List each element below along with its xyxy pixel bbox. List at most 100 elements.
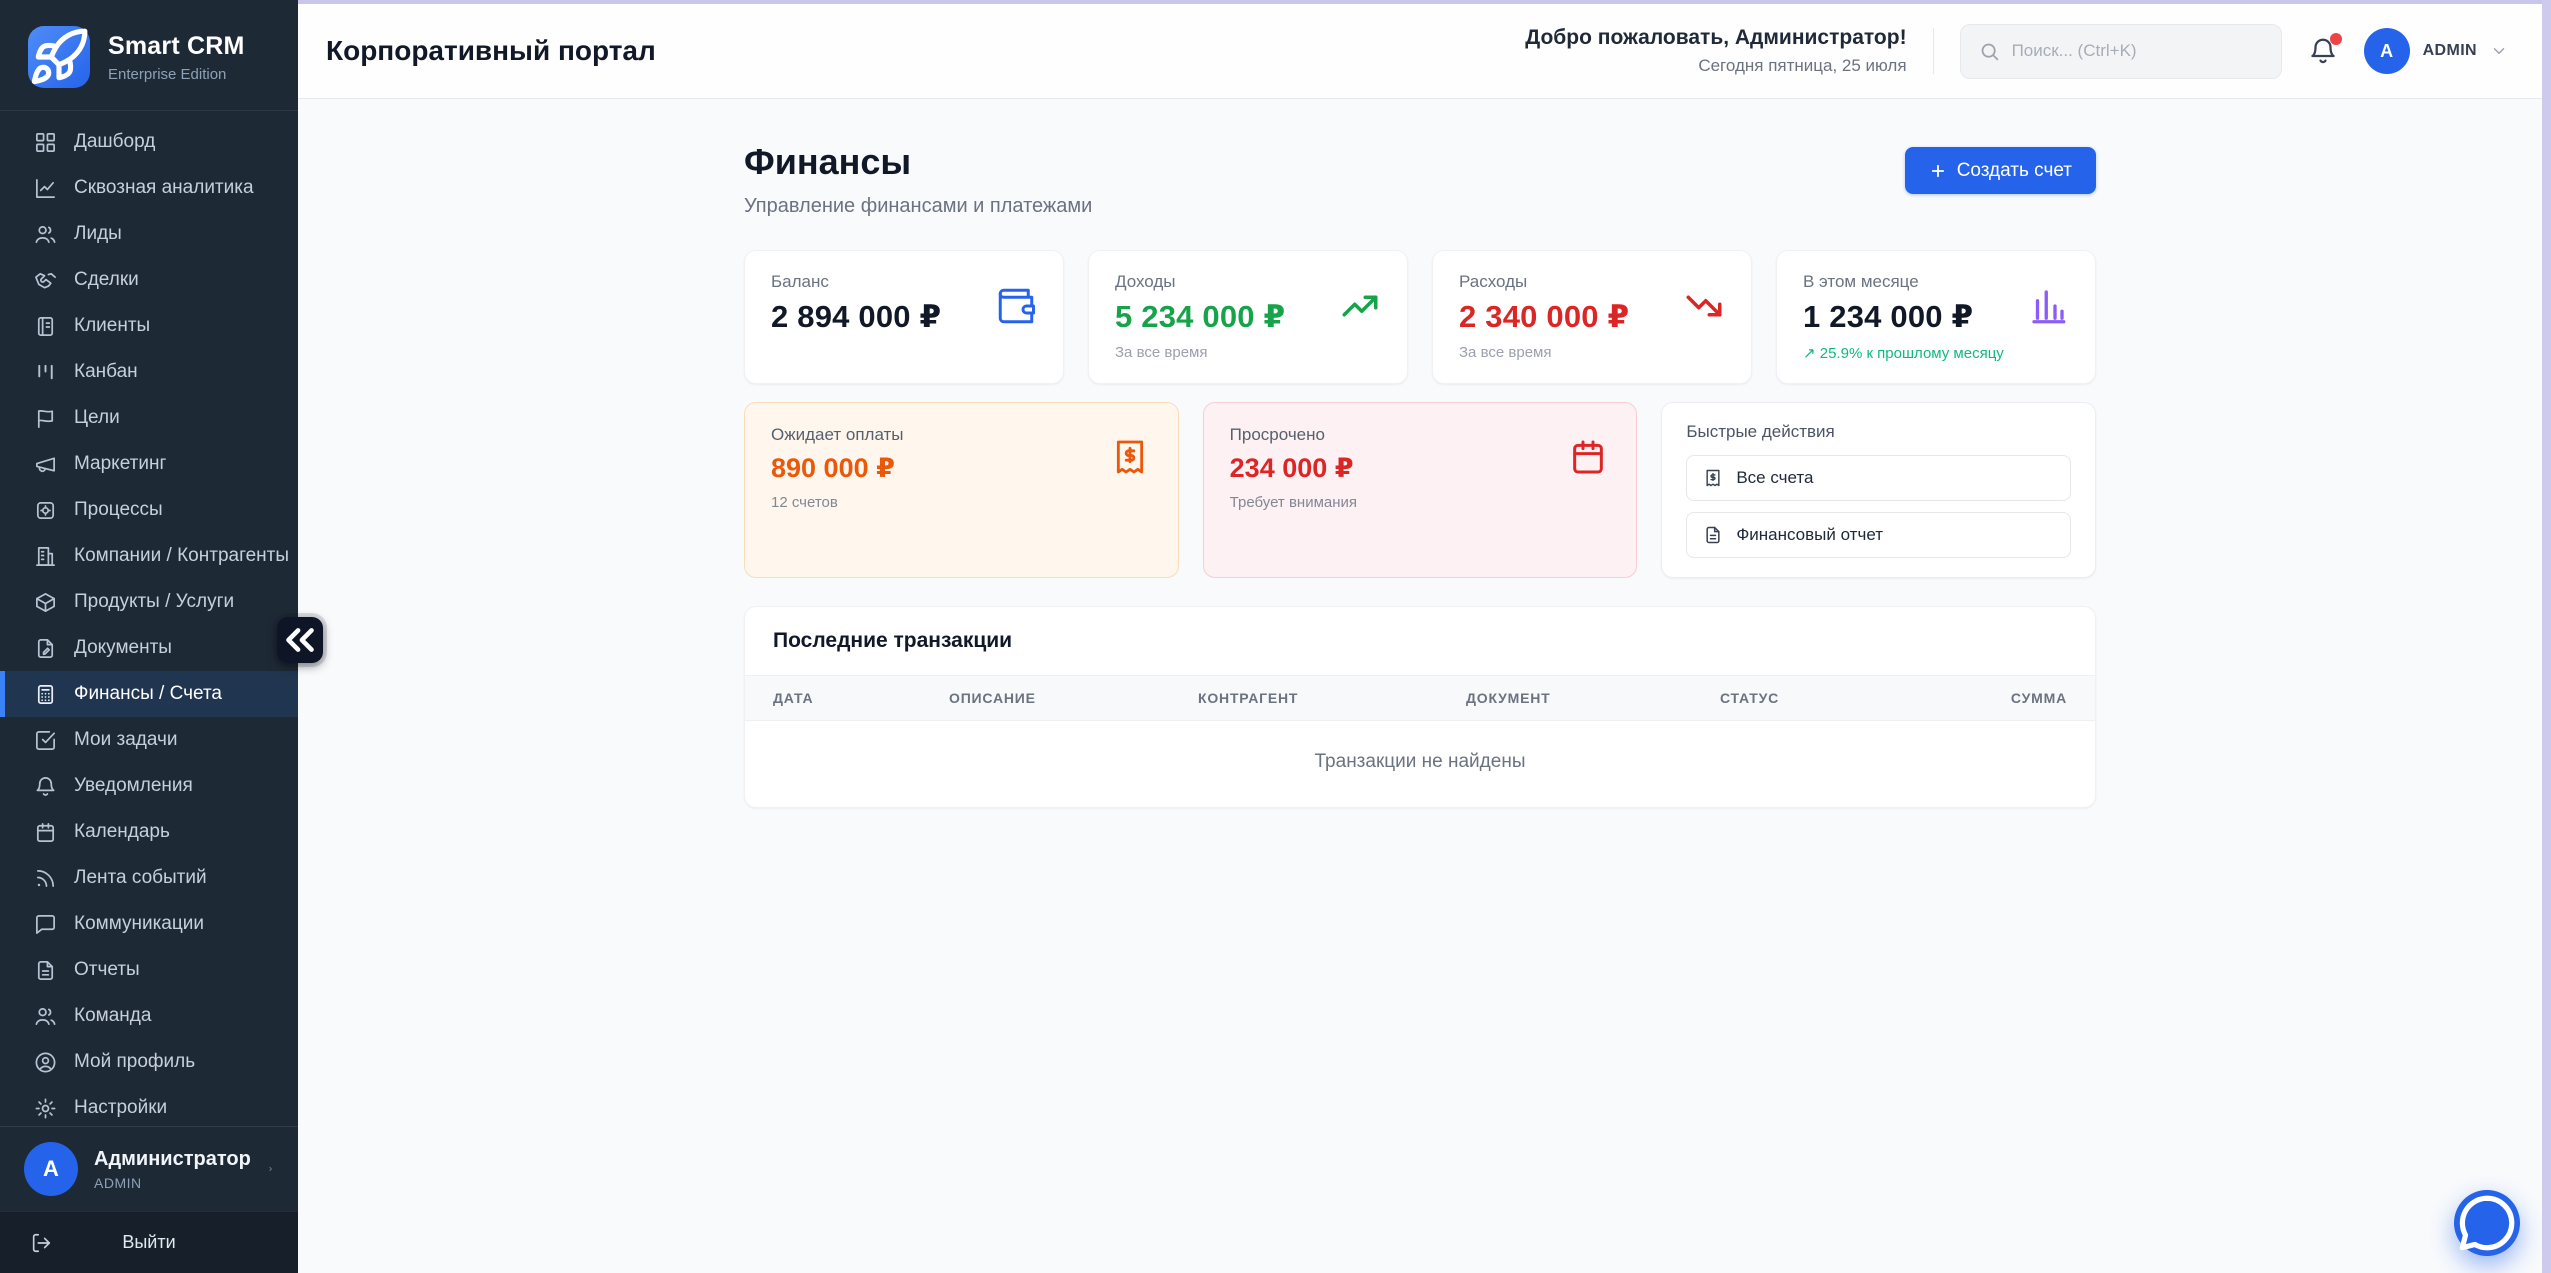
brand-text: Smart CRM Enterprise Edition bbox=[108, 32, 245, 83]
transactions-table-header: Дата Описание Контрагент Документ Статус… bbox=[745, 675, 2095, 721]
sidebar-item-label: Цели bbox=[74, 407, 120, 429]
sidebar-collapse-button[interactable] bbox=[277, 617, 323, 663]
user-info: Администратор ADMIN bbox=[94, 1148, 251, 1191]
user-circle-icon bbox=[34, 1051, 57, 1074]
trending-up-icon bbox=[1339, 285, 1381, 327]
overdue-card: Просрочено 234 000 ₽ Требует внимания bbox=[1203, 402, 1638, 578]
user-name: Администратор bbox=[94, 1148, 251, 1171]
contacts-icon bbox=[34, 315, 57, 338]
financial-report-label: Финансовый отчет bbox=[1736, 525, 1883, 545]
sidebar-item-companies[interactable]: Компании / Контрагенты bbox=[0, 533, 298, 579]
sidebar-item-settings[interactable]: Настройки bbox=[0, 1085, 298, 1126]
sidebar-item-analytics[interactable]: Сквозная аналитика bbox=[0, 165, 298, 211]
sidebar-item-feed[interactable]: Лента событий bbox=[0, 855, 298, 901]
alert-sub: Требует внимания bbox=[1230, 494, 1611, 511]
column-header-amount: Сумма bbox=[1920, 690, 2067, 706]
sidebar-item-processes[interactable]: Процессы bbox=[0, 487, 298, 533]
brand-block: Smart CRM Enterprise Edition bbox=[0, 0, 298, 111]
welcome-text: Добро пожаловать, Администратор! bbox=[1525, 26, 1906, 50]
notification-badge bbox=[2330, 33, 2342, 45]
user-menu-button[interactable]: A ADMIN bbox=[2364, 28, 2508, 74]
sidebar-item-label: Календарь bbox=[74, 821, 170, 843]
rocket-icon bbox=[28, 26, 90, 88]
search-input[interactable] bbox=[2012, 41, 2263, 61]
sidebar-item-finances[interactable]: Финансы / Счета bbox=[0, 671, 298, 717]
logout-button[interactable]: Выйти bbox=[0, 1211, 298, 1273]
stats-row: Баланс 2 894 000 ₽ Доходы 5 234 000 ₽ За… bbox=[744, 250, 2096, 384]
sidebar-item-reports[interactable]: Отчеты bbox=[0, 947, 298, 993]
logout-icon bbox=[30, 1232, 52, 1254]
alert-label: Ожидает оплаты bbox=[771, 425, 1152, 445]
stat-card-expenses: Расходы 2 340 000 ₽ За все время bbox=[1432, 250, 1752, 384]
sidebar-item-marketing[interactable]: Маркетинг bbox=[0, 441, 298, 487]
sidebar-item-communications[interactable]: Коммуникации bbox=[0, 901, 298, 947]
sidebar-item-tasks[interactable]: Мои задачи bbox=[0, 717, 298, 763]
wallet-icon bbox=[995, 285, 1037, 327]
transactions-empty-state: Транзакции не найдены bbox=[745, 721, 2095, 807]
sidebar-item-label: Отчеты bbox=[74, 959, 140, 981]
building-icon bbox=[34, 545, 57, 568]
stat-sub: За все время bbox=[1115, 344, 1381, 361]
sidebar-item-deals[interactable]: Сделки bbox=[0, 257, 298, 303]
sidebar-item-documents[interactable]: Документы bbox=[0, 625, 298, 671]
topbar-right: Добро пожаловать, Администратор! Сегодня… bbox=[1525, 24, 2508, 79]
stat-card-balance: Баланс 2 894 000 ₽ bbox=[744, 250, 1064, 384]
sidebar-item-products[interactable]: Продукты / Услуги bbox=[0, 579, 298, 625]
file-text-icon bbox=[1703, 525, 1723, 545]
page-head: Финансы Управление финансами и платежами… bbox=[744, 141, 2096, 218]
quick-actions-card: Быстрые действия Все счета Финансовый от… bbox=[1661, 402, 2096, 578]
sidebar-item-goals[interactable]: Цели bbox=[0, 395, 298, 441]
chevrons-left-icon bbox=[277, 617, 323, 663]
alert-value: 234 000 ₽ bbox=[1230, 453, 1611, 484]
brand-edition: Enterprise Edition bbox=[108, 66, 245, 83]
sidebar-user-card[interactable]: A Администратор ADMIN bbox=[0, 1126, 298, 1211]
sidebar-item-label: Настройки bbox=[74, 1097, 167, 1119]
create-invoice-label: Создать счет bbox=[1957, 160, 2072, 182]
sidebar-item-dashboard[interactable]: Дашборд bbox=[0, 119, 298, 165]
divider bbox=[1933, 28, 1934, 74]
bar-chart-icon bbox=[2027, 285, 2069, 327]
column-header-description: Описание bbox=[949, 690, 1198, 706]
stat-card-this-month: В этом месяце 1 234 000 ₽ ↗ 25.9% к прош… bbox=[1776, 250, 2096, 384]
scrollbar-track[interactable] bbox=[2542, 0, 2551, 1273]
welcome-block: Добро пожаловать, Администратор! Сегодня… bbox=[1525, 26, 1906, 76]
brand-name: Smart CRM bbox=[108, 32, 245, 61]
sidebar-item-label: Компании / Контрагенты bbox=[74, 545, 289, 567]
sidebar-item-label: Маркетинг bbox=[74, 453, 166, 475]
calendar-icon bbox=[1568, 437, 1608, 477]
sidebar-item-team[interactable]: Команда bbox=[0, 993, 298, 1039]
sidebar-item-kanban[interactable]: Канбан bbox=[0, 349, 298, 395]
column-header-document: Документ bbox=[1466, 690, 1720, 706]
receipt-icon bbox=[1110, 437, 1150, 477]
all-invoices-label: Все счета bbox=[1736, 468, 1813, 488]
pending-payments-card: Ожидает оплаты 890 000 ₽ 12 счетов bbox=[744, 402, 1179, 578]
sidebar-item-label: Дашборд bbox=[74, 131, 155, 153]
portal-title: Корпоративный портал bbox=[326, 35, 656, 67]
sidebar-item-calendar[interactable]: Календарь bbox=[0, 809, 298, 855]
file-pen-icon bbox=[34, 637, 57, 660]
chat-fab-button[interactable] bbox=[2454, 1190, 2520, 1256]
gear-icon bbox=[34, 1097, 57, 1120]
notifications-bell-button[interactable] bbox=[2308, 36, 2338, 66]
alert-sub: 12 счетов bbox=[771, 494, 1152, 511]
stat-sub: ↗ 25.9% к прошлому месяцу bbox=[1803, 344, 2069, 362]
create-invoice-button[interactable]: Создать счет bbox=[1905, 147, 2096, 194]
date-text: Сегодня пятница, 25 июля bbox=[1525, 56, 1906, 76]
sidebar-item-profile[interactable]: Мой профиль bbox=[0, 1039, 298, 1085]
search-box[interactable] bbox=[1960, 24, 2282, 79]
logout-label: Выйти bbox=[122, 1232, 175, 1253]
receipt-icon bbox=[1703, 468, 1723, 488]
sidebar-item-leads[interactable]: Лиды bbox=[0, 211, 298, 257]
sidebar-nav: Дашборд Сквозная аналитика Лиды Сделки К… bbox=[0, 111, 298, 1126]
sidebar-item-label: Продукты / Услуги bbox=[74, 591, 234, 613]
chevron-down-icon bbox=[2490, 42, 2508, 60]
sidebar-item-clients[interactable]: Клиенты bbox=[0, 303, 298, 349]
topbar: Корпоративный портал Добро пожаловать, А… bbox=[298, 4, 2542, 99]
flag-icon bbox=[34, 407, 57, 430]
transactions-header: Последние транзакции bbox=[745, 607, 2095, 675]
financial-report-button[interactable]: Финансовый отчет bbox=[1686, 512, 2071, 558]
sidebar-item-notifications[interactable]: Уведомления bbox=[0, 763, 298, 809]
chevron-right-icon bbox=[267, 1159, 274, 1179]
arrow-up-right-icon: ↗ bbox=[1803, 345, 1816, 362]
all-invoices-button[interactable]: Все счета bbox=[1686, 455, 2071, 501]
